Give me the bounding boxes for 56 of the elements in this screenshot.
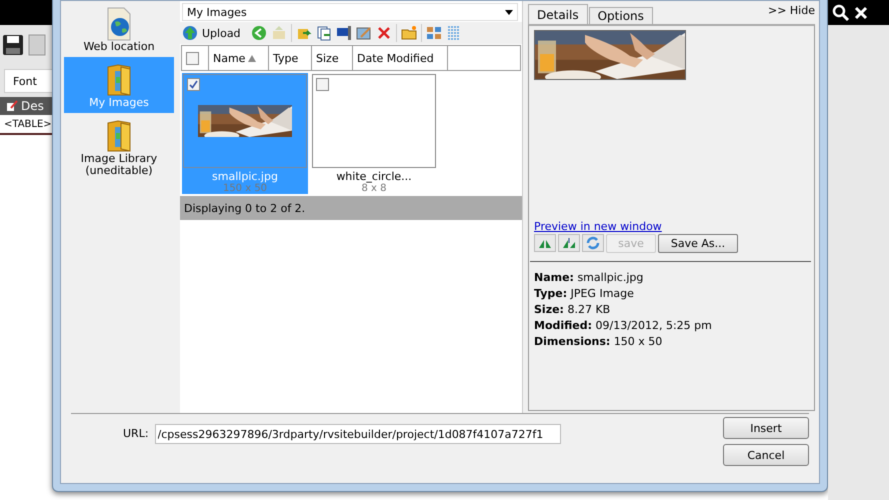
detail-line: Modified: 09/13/2012, 5:25 pm bbox=[534, 318, 713, 334]
sidebar-item[interactable]: Image Library (uneditable) bbox=[64, 113, 174, 181]
panel-tab[interactable]: Details bbox=[528, 4, 588, 24]
file-checkbox[interactable] bbox=[187, 78, 200, 91]
file-dimensions: 150 x 50 bbox=[222, 183, 268, 194]
flip-vertical-button[interactable] bbox=[558, 234, 580, 252]
folder-icon bbox=[106, 119, 132, 153]
globe-document-icon bbox=[105, 7, 133, 41]
copy-icon[interactable] bbox=[316, 25, 332, 41]
search-icon[interactable] bbox=[832, 4, 850, 22]
detail-line: Name: smallpic.jpg bbox=[534, 270, 644, 286]
thumbnail-view-icon[interactable] bbox=[426, 25, 442, 41]
new-folder-icon[interactable] bbox=[400, 25, 417, 41]
column-header[interactable]: Size bbox=[312, 46, 353, 70]
delete-icon[interactable] bbox=[376, 25, 392, 41]
upload-button[interactable]: Upload bbox=[182, 25, 247, 41]
file-name: white_circle... bbox=[336, 171, 412, 183]
flip-horizontal-button[interactable] bbox=[534, 234, 556, 252]
resize-icon[interactable] bbox=[336, 25, 352, 41]
panel-tab[interactable]: Options bbox=[588, 7, 653, 24]
top-bar bbox=[0, 0, 52, 25]
file-name: smallpic.jpg bbox=[212, 171, 278, 183]
column-header[interactable]: Date Modified bbox=[353, 46, 448, 70]
url-label: URL: bbox=[123, 427, 149, 440]
file-tile[interactable]: white_circle... 8 x 8 bbox=[311, 73, 437, 194]
dialog-button[interactable]: Insert bbox=[723, 417, 809, 439]
hide-link[interactable]: >> Hide bbox=[768, 4, 815, 17]
folder-icon bbox=[106, 63, 132, 97]
globe-upload-icon bbox=[182, 25, 198, 41]
detail-line: Size: 8.27 KB bbox=[534, 302, 612, 318]
edit-image-icon[interactable] bbox=[356, 25, 372, 41]
close-icon[interactable] bbox=[854, 6, 868, 20]
list-view-icon[interactable] bbox=[446, 25, 462, 41]
caret-icon bbox=[505, 10, 513, 14]
pencil-icon bbox=[6, 100, 18, 112]
select-all-checkbox[interactable] bbox=[186, 52, 199, 64]
back-icon[interactable] bbox=[250, 25, 267, 41]
design-tab[interactable]: Des bbox=[0, 97, 52, 115]
font-field[interactable]: Font bbox=[4, 69, 52, 93]
flip-vertical-icon bbox=[562, 237, 576, 249]
detail-line: Type: JPEG Image bbox=[534, 286, 635, 302]
detail-line: Dimensions: 150 x 50 bbox=[534, 334, 664, 350]
column-header[interactable]: Type bbox=[269, 46, 312, 70]
status-bar: Displaying 0 to 2 of 2. bbox=[180, 196, 522, 220]
file-checkbox[interactable] bbox=[316, 78, 329, 91]
file-dimensions: 8 x 8 bbox=[362, 183, 386, 194]
preview-link[interactable]: Preview in new window bbox=[534, 220, 662, 233]
folder-select[interactable]: My Images bbox=[182, 3, 518, 21]
column-header[interactable]: Name bbox=[209, 46, 269, 70]
url-field[interactable]: /cpsess2963297896/3rdparty/rvsitebuilder/project/1d087f4107a727f1 bbox=[154, 424, 561, 444]
image-action-button[interactable]: Save As... bbox=[658, 234, 738, 253]
sidebar-item[interactable]: Web location bbox=[64, 1, 174, 57]
rotate-icon bbox=[586, 236, 600, 250]
rotate-button[interactable] bbox=[582, 234, 604, 252]
sort-icon bbox=[248, 54, 256, 62]
dialog-button[interactable]: Cancel bbox=[723, 444, 809, 466]
